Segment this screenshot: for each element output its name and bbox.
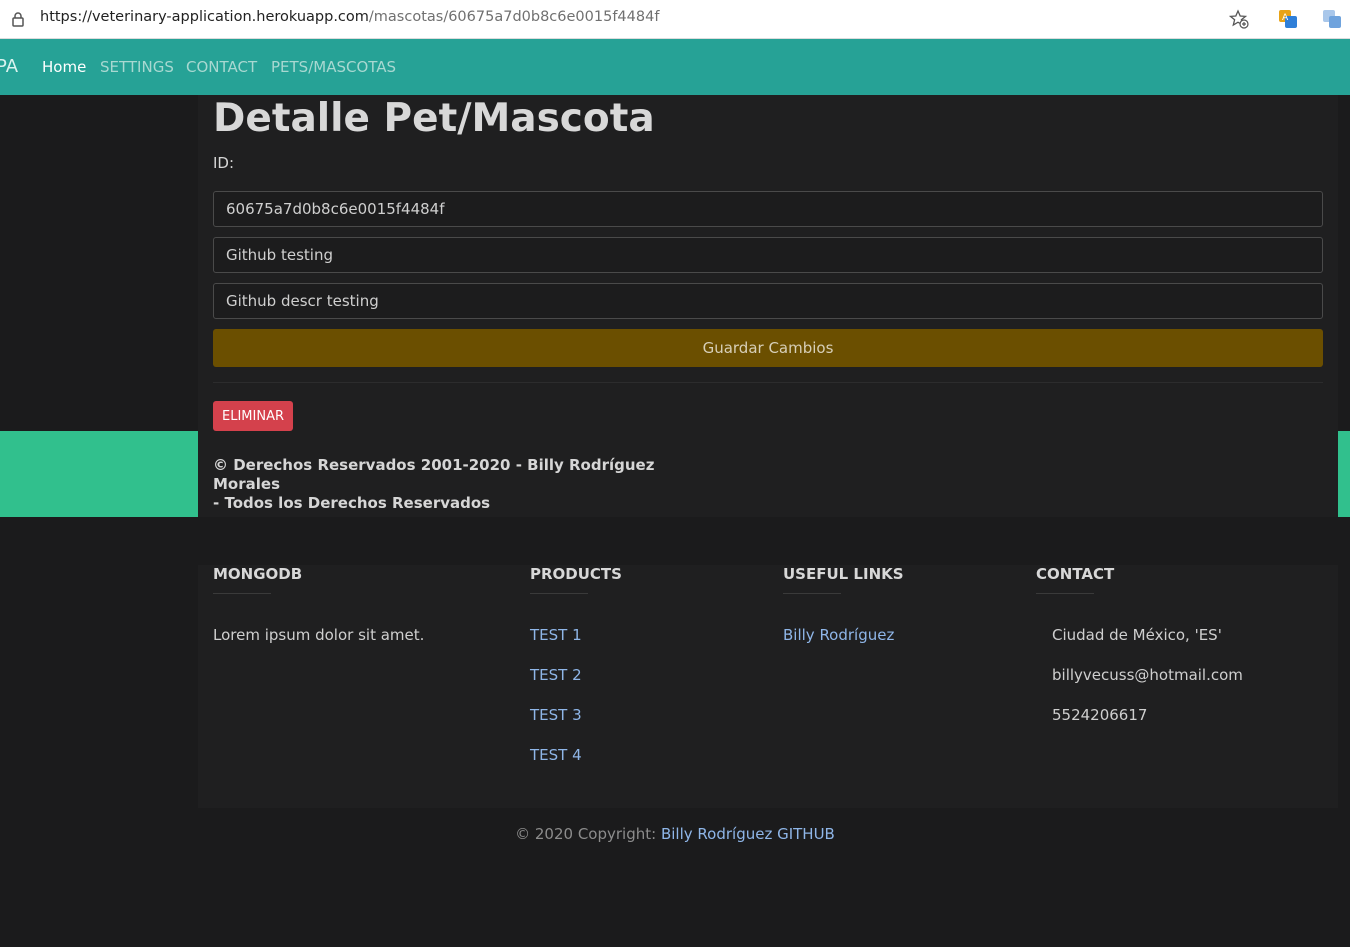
brand-logo[interactable]: PA bbox=[0, 56, 18, 77]
footer-underline bbox=[1036, 593, 1094, 594]
footer-col-contact: CONTACT bbox=[1036, 565, 1114, 594]
footer-product-link[interactable]: TEST 2 bbox=[530, 666, 582, 684]
footer-panel bbox=[198, 565, 1338, 808]
url-field[interactable]: https://veterinary-application.herokuapp… bbox=[40, 9, 659, 25]
nav-home[interactable]: Home bbox=[42, 58, 86, 76]
footer-heading-contact: CONTACT bbox=[1036, 565, 1115, 583]
browser-address-bar: https://veterinary-application.herokuapp… bbox=[0, 0, 1350, 39]
footer-underline bbox=[530, 593, 588, 594]
pet-description-field[interactable] bbox=[213, 283, 1323, 319]
rights-notice: © Derechos Reservados 2001-2020 - Billy … bbox=[213, 456, 673, 513]
page-title: Detalle Pet/Mascota bbox=[213, 96, 655, 141]
svg-text:A: A bbox=[1282, 13, 1289, 23]
extension-translate-icon[interactable]: A bbox=[1278, 9, 1298, 29]
pet-id-field[interactable] bbox=[213, 191, 1323, 227]
footer-copyright: © 2020 Copyright: Billy Rodríguez GITHUB bbox=[0, 825, 1350, 843]
footer-col-products: PRODUCTS bbox=[530, 565, 622, 594]
footer-product-link[interactable]: TEST 1 bbox=[530, 626, 582, 644]
id-label: ID: bbox=[213, 154, 235, 172]
nav-settings[interactable]: SETTINGS bbox=[100, 58, 174, 76]
footer-underline bbox=[783, 593, 841, 594]
lock-icon bbox=[12, 12, 24, 27]
divider bbox=[213, 382, 1323, 383]
extension-icon[interactable] bbox=[1322, 9, 1342, 29]
rights-notice-line1: © Derechos Reservados 2001-2020 - Billy … bbox=[213, 456, 655, 493]
url-path: /mascotas/60675a7d0b8c6e0015f4484f bbox=[368, 9, 660, 25]
footer-col-useful-links: USEFUL LINKS bbox=[783, 565, 904, 594]
footer-contact-address: Ciudad de México, 'ES' bbox=[1052, 626, 1222, 644]
accent-band-left bbox=[0, 431, 198, 517]
footer-product-link[interactable]: TEST 4 bbox=[530, 746, 582, 764]
footer-contact-email: billyvecuss@hotmail.com bbox=[1052, 666, 1243, 684]
footer-product-link[interactable]: TEST 3 bbox=[530, 706, 582, 724]
pet-name-field[interactable] bbox=[213, 237, 1323, 273]
nav-pets-mascotas[interactable]: PETS/MASCOTAS bbox=[271, 58, 396, 76]
footer-heading-mongodb: MONGODB bbox=[213, 565, 303, 583]
footer-useful-link[interactable]: Billy Rodríguez bbox=[783, 626, 894, 644]
rights-notice-line2: - Todos los Derechos Reservados bbox=[213, 494, 491, 512]
top-navbar: PA Home SETTINGS CONTACT PETS/MASCOTAS bbox=[0, 39, 1350, 95]
footer-copyright-text: © 2020 Copyright: bbox=[515, 825, 657, 843]
accent-band-right bbox=[1338, 431, 1350, 517]
footer-github-link[interactable]: Billy Rodríguez GITHUB bbox=[661, 825, 835, 843]
url-host: https://veterinary-application.herokuapp… bbox=[40, 9, 369, 25]
footer-heading-products: PRODUCTS bbox=[530, 565, 622, 583]
favorites-star-icon[interactable] bbox=[1229, 9, 1249, 29]
footer-heading-useful-links: USEFUL LINKS bbox=[783, 565, 904, 583]
footer-mongodb-text: Lorem ipsum dolor sit amet. bbox=[213, 626, 425, 644]
page-bottom bbox=[0, 862, 1350, 947]
save-changes-button[interactable]: Guardar Cambios bbox=[213, 329, 1323, 367]
footer-contact-phone: 5524206617 bbox=[1052, 706, 1148, 724]
nav-contact[interactable]: CONTACT bbox=[186, 58, 257, 76]
footer-underline bbox=[213, 593, 271, 594]
footer-col-mongodb: MONGODB bbox=[213, 565, 302, 594]
delete-button[interactable]: ELIMINAR bbox=[213, 401, 293, 431]
